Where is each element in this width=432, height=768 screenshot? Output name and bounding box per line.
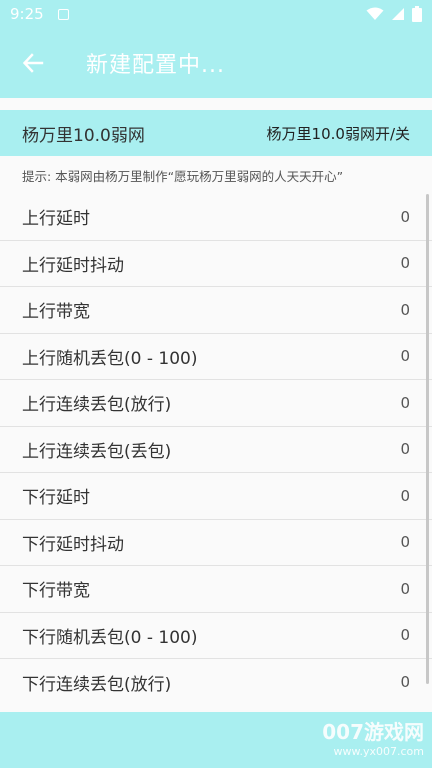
setting-value: 0 bbox=[400, 347, 410, 366]
setting-label: 上行连续丢包(丢包) bbox=[22, 441, 172, 462]
setting-upload-random-loss[interactable]: 上行随机丢包(0 - 100) 0 bbox=[0, 333, 432, 380]
scrollbar[interactable] bbox=[426, 194, 429, 684]
settings-list: 上行延时 0 上行延时抖动 0 上行带宽 0 上行随机丢包(0 - 100) 0… bbox=[0, 194, 432, 706]
setting-value: 0 bbox=[400, 626, 410, 645]
setting-label: 上行带宽 bbox=[22, 302, 90, 323]
setting-value: 0 bbox=[400, 486, 410, 505]
setting-upload-delay[interactable]: 上行延时 0 bbox=[0, 194, 432, 241]
wifi-icon bbox=[366, 7, 384, 20]
page-title: 新建配置中... bbox=[86, 53, 225, 78]
setting-download-delay[interactable]: 下行延时 0 bbox=[0, 473, 432, 520]
watermark-main: 007游戏网 bbox=[322, 720, 424, 744]
tip-label: 提示: 本弱网由杨万里制作“愿玩杨万里弱网的人天天开心” bbox=[22, 168, 344, 184]
setting-download-random-loss[interactable]: 下行随机丢包(0 - 100) 0 bbox=[0, 612, 432, 659]
setting-upload-bandwidth[interactable]: 上行带宽 0 bbox=[0, 287, 432, 334]
top-spacer bbox=[0, 98, 432, 110]
back-button[interactable] bbox=[0, 28, 66, 98]
notification-icon bbox=[57, 8, 69, 20]
setting-label: 下行延时抖动 bbox=[22, 534, 124, 555]
setting-label: 上行随机丢包(0 - 100) bbox=[22, 348, 198, 369]
status-bar: 9:25 bbox=[0, 0, 432, 28]
setting-value: 0 bbox=[400, 207, 410, 226]
setting-value: 0 bbox=[400, 300, 410, 319]
setting-value: 0 bbox=[400, 533, 410, 552]
setting-download-bandwidth[interactable]: 下行带宽 0 bbox=[0, 566, 432, 613]
setting-label: 上行延时抖动 bbox=[22, 255, 124, 276]
signal-icon bbox=[392, 8, 404, 20]
setting-value: 0 bbox=[400, 440, 410, 459]
setting-label: 下行连续丢包(放行) bbox=[22, 674, 172, 695]
setting-label: 上行延时 bbox=[22, 209, 90, 230]
status-icons bbox=[366, 6, 422, 22]
tip-text: 提示: 本弱网由杨万里制作“愿玩杨万里弱网的人天天开心” bbox=[0, 156, 432, 194]
profile-name: 杨万里10.0弱网 bbox=[22, 125, 145, 146]
setting-upload-jitter[interactable]: 上行延时抖动 0 bbox=[0, 240, 432, 287]
profile-row: 杨万里10.0弱网 杨万里10.0弱网开/关 bbox=[0, 110, 432, 156]
status-time: 9:25 bbox=[10, 5, 44, 23]
arrow-left-icon bbox=[22, 53, 44, 73]
setting-value: 0 bbox=[400, 673, 410, 692]
content: 杨万里10.0弱网 杨万里10.0弱网开/关 提示: 本弱网由杨万里制作“愿玩杨… bbox=[0, 98, 432, 712]
setting-value: 0 bbox=[400, 254, 410, 273]
setting-download-burst-pass[interactable]: 下行连续丢包(放行) 0 bbox=[0, 659, 432, 706]
setting-label: 下行延时 bbox=[22, 488, 90, 509]
screen: 9:25 新建配置中... 杨万里10.0弱网 杨万里10.0弱网开/关 提示:… bbox=[0, 0, 432, 768]
setting-value: 0 bbox=[400, 579, 410, 598]
app-bar: 新建配置中... bbox=[0, 28, 432, 98]
profile-toggle-button[interactable]: 杨万里10.0弱网开/关 bbox=[267, 123, 410, 144]
setting-value: 0 bbox=[400, 393, 410, 412]
watermark-sub: www.yx007.com bbox=[333, 745, 424, 758]
setting-label: 下行随机丢包(0 - 100) bbox=[22, 627, 198, 648]
setting-upload-burst-drop[interactable]: 上行连续丢包(丢包) 0 bbox=[0, 426, 432, 473]
setting-label: 下行带宽 bbox=[22, 581, 90, 602]
battery-icon bbox=[412, 6, 422, 22]
setting-upload-burst-pass[interactable]: 上行连续丢包(放行) 0 bbox=[0, 380, 432, 427]
setting-label: 上行连续丢包(放行) bbox=[22, 395, 172, 416]
watermark: 007游戏网 www.yx007.com bbox=[322, 716, 424, 758]
setting-download-jitter[interactable]: 下行延时抖动 0 bbox=[0, 519, 432, 566]
